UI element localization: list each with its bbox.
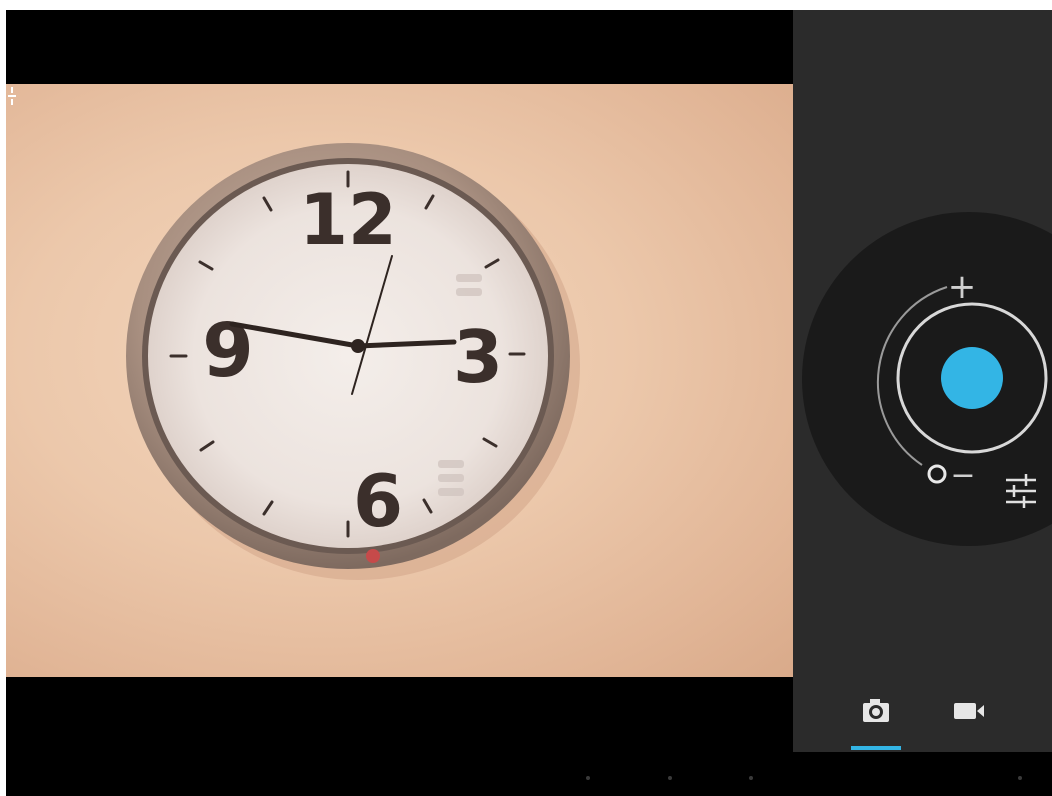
numeral-3: 3	[453, 315, 503, 399]
home-icon[interactable]	[668, 776, 672, 780]
clock-center	[351, 339, 365, 353]
shutter-control-wheel: + −	[802, 212, 1052, 546]
overflow-menu-icon[interactable]	[6, 84, 18, 108]
shutter-wheel-graphics: + −	[876, 267, 1048, 508]
back-icon[interactable]	[586, 776, 590, 780]
numeral-6: 6	[353, 459, 403, 543]
zoom-out-icon[interactable]: −	[950, 458, 975, 493]
menu-icon[interactable]	[1018, 776, 1022, 780]
zoom-slider-handle[interactable]	[927, 464, 947, 484]
clock-red-mark	[366, 549, 380, 563]
settings-sliders-icon[interactable]	[1006, 474, 1036, 508]
camera-control-panel: + −	[793, 10, 1052, 752]
viewfinder-scene: 12 3 6 9	[126, 143, 580, 580]
camera-mode-icon[interactable]	[861, 698, 891, 724]
numeral-12: 12	[299, 179, 396, 261]
shutter-button[interactable]	[941, 347, 1003, 409]
numeral-9: 9	[202, 308, 254, 394]
system-navigation-bar	[6, 752, 1052, 796]
video-mode-icon[interactable]	[953, 702, 985, 720]
recents-icon[interactable]	[749, 776, 753, 780]
camera-viewfinder[interactable]: 12 3 6 9	[6, 84, 793, 677]
zoom-in-icon[interactable]: +	[948, 267, 977, 307]
selected-mode-indicator	[851, 746, 901, 750]
device-screen: 12 3 6 9 + −	[6, 10, 1052, 796]
